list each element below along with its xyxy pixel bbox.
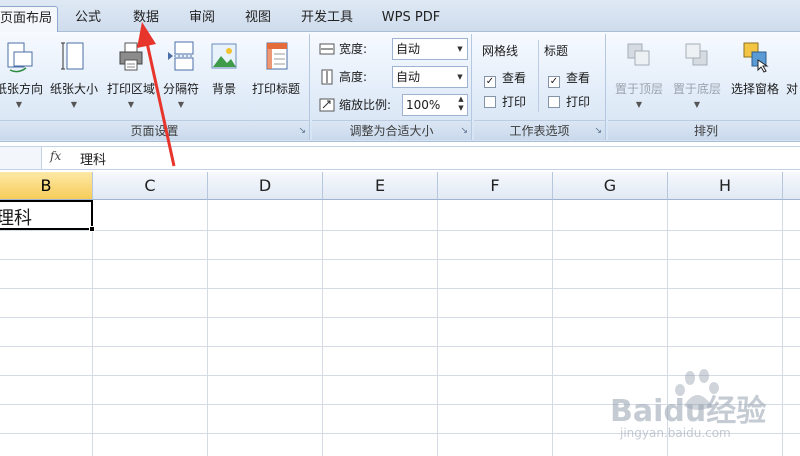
column-header-e[interactable]: E: [323, 172, 438, 200]
active-cell-value: 理科: [0, 208, 32, 229]
column-header-d[interactable]: D: [208, 172, 323, 200]
tab-wps-pdf[interactable]: WPS PDF: [374, 6, 448, 32]
send-to-back-icon: [685, 43, 708, 66]
page-break-icon: [168, 41, 194, 71]
printer-icon: [119, 42, 143, 71]
group-arrange: 置于顶层 ▼ 置于底层 ▼ 选择窗格 对 排列: [608, 34, 800, 140]
dialog-launcher-icon[interactable]: ↘: [298, 126, 306, 136]
group-scale-to-fit: 宽度: 自动 ▼ 高度: 自动 ▼ 缩放比例: 100% ▲ ▼ 调整为合适大小 …: [312, 34, 472, 140]
headings-print-checkbox[interactable]: 打印: [548, 91, 590, 113]
name-box[interactable]: [0, 147, 42, 169]
tab-data[interactable]: 数据: [124, 6, 168, 32]
checkbox-unchecked-icon: [548, 96, 560, 108]
scale-icon: [319, 98, 335, 112]
width-label: 宽度:: [339, 42, 368, 56]
formula-input[interactable]: 理科: [80, 149, 106, 168]
group-page-setup: 纸张方向 ▼ 纸张大小 ▼ 打印区域 ▼ 分隔符 ▼ 背景 打印标题 页面设置 …: [0, 34, 310, 140]
dialog-launcher-icon[interactable]: ↘: [594, 126, 602, 136]
tab-view[interactable]: 视图: [236, 6, 280, 32]
ribbon: 纸张方向 ▼ 纸张大小 ▼ 打印区域 ▼ 分隔符 ▼ 背景 打印标题 页面设置 …: [0, 32, 800, 142]
chevron-down-icon: ▼: [15, 100, 23, 109]
headings-title: 标题: [544, 44, 569, 58]
gridlines-title: 网格线: [482, 44, 519, 58]
picture-icon: [211, 43, 237, 69]
group-title-sheet-options: 工作表选项: [474, 120, 605, 140]
chevron-down-icon: ▼: [177, 100, 185, 109]
column-header-f[interactable]: F: [438, 172, 553, 200]
headings-view-checkbox[interactable]: ✓ 查看: [548, 67, 590, 89]
fill-handle[interactable]: [89, 226, 95, 232]
divider: [538, 40, 539, 112]
height-icon: [321, 69, 333, 85]
paper-size-icon: [61, 42, 84, 70]
height-label: 高度:: [339, 70, 368, 84]
group-sheet-options: 网格线 标题 ✓ 查看 打印 ✓ 查看 打印 工作表选项 ↘: [474, 34, 606, 140]
tab-developer[interactable]: 开发工具: [292, 6, 362, 32]
column-header-g[interactable]: G: [553, 172, 668, 200]
send-to-back-button[interactable]: 置于底层 ▼: [668, 38, 726, 114]
watermark-brand: Baidu经验: [610, 394, 767, 429]
spinner-icon[interactable]: ▲ ▼: [455, 95, 467, 115]
group-title-page-setup: 页面设置: [0, 120, 309, 140]
height-select[interactable]: 自动 ▼: [392, 66, 468, 88]
chevron-down-icon: ▼: [457, 45, 463, 53]
bring-to-front-icon: [627, 43, 650, 66]
ribbon-tab-bar: 页面布局 公式 数据 审阅 视图 开发工具 WPS PDF: [0, 0, 800, 32]
checkbox-checked-icon: ✓: [548, 76, 560, 88]
checkbox-checked-icon: ✓: [484, 76, 496, 88]
background-button[interactable]: 背景: [204, 38, 244, 114]
group-title-scale-to-fit: 调整为合适大小: [312, 120, 471, 140]
gridlines-view-checkbox[interactable]: ✓ 查看: [484, 67, 526, 89]
scale-label: 缩放比例:: [339, 98, 392, 112]
orientation-button[interactable]: 纸张方向 ▼: [0, 38, 46, 114]
chevron-down-icon: ▼: [635, 100, 643, 109]
column-header-c[interactable]: C: [93, 172, 208, 200]
gridlines-print-checkbox[interactable]: 打印: [484, 91, 526, 113]
selection-pane-button[interactable]: 选择窗格: [726, 38, 784, 114]
fx-icon[interactable]: fx: [50, 149, 61, 163]
chevron-down-icon: ▼: [693, 100, 701, 109]
watermark-url: jingyan.baidu.com: [620, 426, 731, 440]
width-select[interactable]: 自动 ▼: [392, 38, 468, 60]
tab-page-layout[interactable]: 页面布局: [0, 6, 58, 32]
tab-formulas[interactable]: 公式: [66, 6, 110, 32]
breaks-button[interactable]: 分隔符 ▼: [160, 38, 202, 114]
tab-review[interactable]: 审阅: [180, 6, 224, 32]
dialog-launcher-icon[interactable]: ↘: [460, 126, 468, 136]
group-title-arrange: 排列: [608, 120, 800, 140]
print-area-button[interactable]: 打印区域 ▼: [102, 38, 160, 114]
bring-to-front-button[interactable]: 置于顶层 ▼: [610, 38, 668, 114]
width-icon: [319, 43, 335, 55]
print-titles-button[interactable]: 打印标题: [244, 38, 308, 114]
scale-input[interactable]: 100% ▲ ▼: [402, 94, 468, 116]
column-header-partial[interactable]: [783, 172, 800, 200]
selection-pane-icon: [743, 42, 769, 73]
formula-bar: fx 理科: [0, 146, 800, 170]
orientation-icon: [7, 42, 33, 73]
column-header-b[interactable]: B: [0, 172, 93, 200]
chevron-down-icon: ▼: [70, 100, 78, 109]
size-button[interactable]: 纸张大小 ▼: [46, 38, 102, 114]
chevron-down-icon: ▼: [457, 73, 463, 81]
align-button[interactable]: 对: [786, 38, 800, 114]
chevron-down-icon: ▼: [127, 100, 135, 109]
print-titles-icon: [266, 42, 288, 70]
checkbox-unchecked-icon: [484, 96, 496, 108]
column-header-h[interactable]: H: [668, 172, 783, 200]
